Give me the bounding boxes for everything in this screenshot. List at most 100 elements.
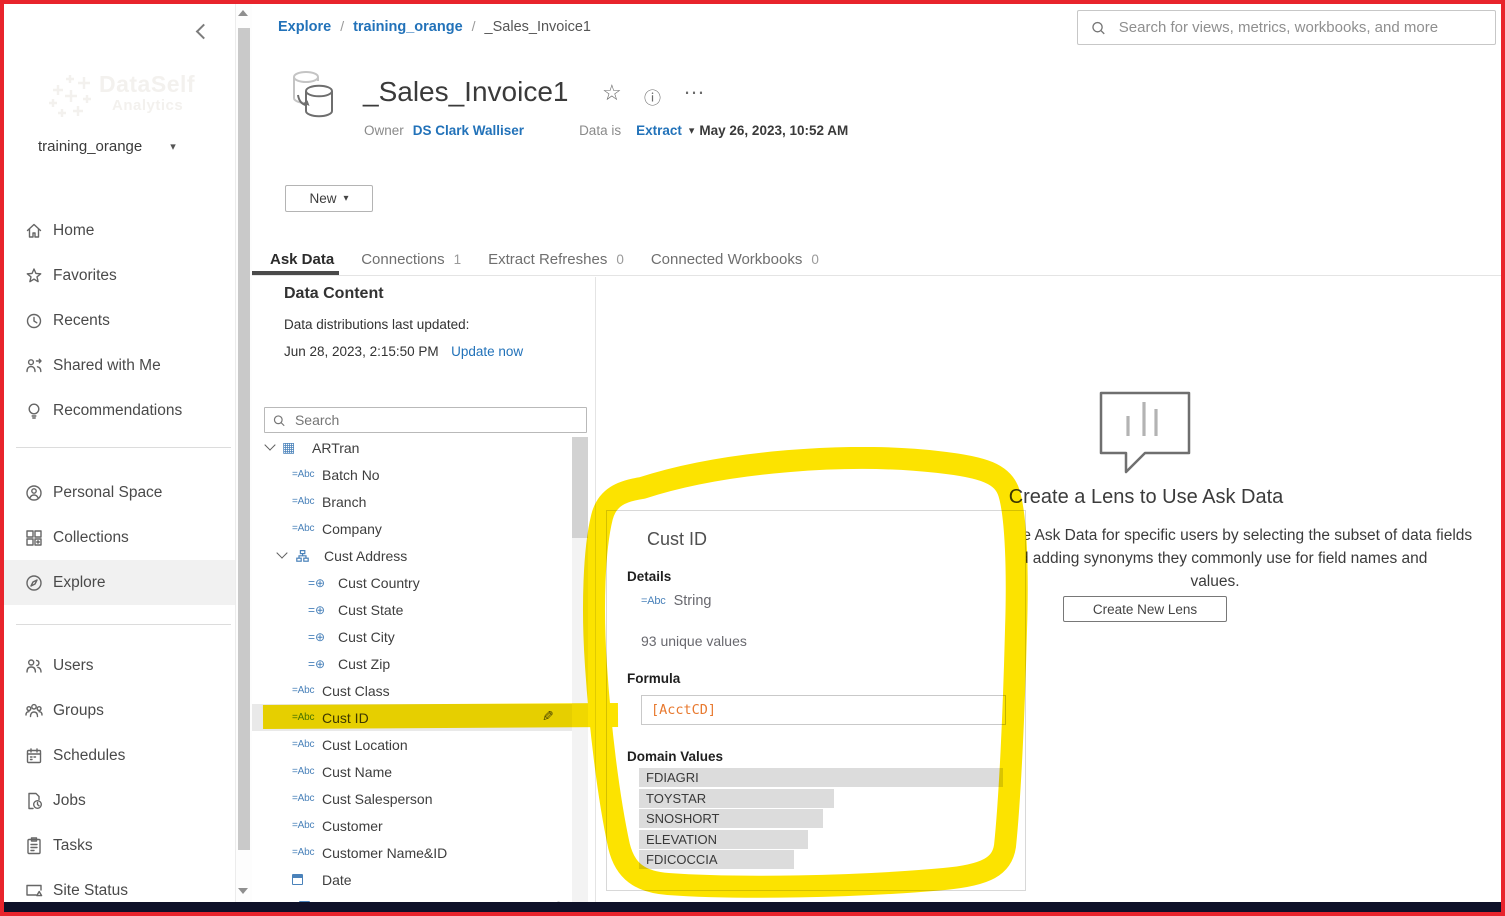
sidebar-item-groups[interactable]: Groups (4, 688, 235, 733)
extract-date: May 26, 2023, 10:52 AM (699, 123, 848, 138)
window-bottom-edge (3, 902, 1502, 913)
field-list-scrollbar-thumb[interactable] (572, 437, 588, 538)
tab-connections[interactable]: Connections1 (361, 251, 461, 268)
string-calc-icon: =Abc (292, 523, 322, 534)
tab-count: 0 (616, 252, 624, 267)
string-calc-icon: =Abc (292, 469, 322, 480)
owner-label: Owner (364, 123, 404, 138)
clock-icon (24, 311, 44, 331)
sidebar-collapse-button[interactable] (198, 24, 209, 42)
field-row-cust-state[interactable]: =⊕ Cust State (252, 596, 572, 623)
domain-value-bar: FDIAGRI (639, 768, 1003, 787)
field-row-cust-name[interactable]: =Abc Cust Name (252, 758, 572, 785)
panel-divider (595, 277, 596, 902)
sidebar-item-explore[interactable]: Explore (4, 560, 235, 605)
new-button[interactable]: New ▾ (285, 185, 373, 212)
owner-link[interactable]: DS Clark Walliser (413, 123, 524, 138)
breadcrumb-explore[interactable]: Explore (278, 19, 331, 35)
field-label: Branch (322, 494, 366, 510)
formula-value[interactable]: [AcctCD] (641, 695, 1006, 725)
extract-dropdown[interactable]: Extract (636, 123, 682, 138)
users-icon (24, 656, 44, 676)
app-window: DataSelf Analytics training_orange ▾ Hom… (0, 0, 1505, 916)
updated-label: Data distributions last updated: (284, 317, 469, 332)
field-type-name: String (674, 593, 712, 609)
person-circle-icon (24, 483, 44, 503)
string-calc-icon: =Abc (292, 793, 322, 804)
string-calc-icon: =Abc (292, 739, 322, 750)
hierarchy-icon (296, 550, 324, 562)
sidebar-item-home[interactable]: Home (4, 208, 235, 253)
logo-stars-icon (44, 66, 94, 118)
sidebar-item-label: Explore (53, 574, 106, 592)
scrollbar-down-arrow[interactable] (238, 888, 248, 894)
breadcrumb-project[interactable]: training_orange (353, 19, 463, 35)
field-row-cust-id[interactable]: =Abc Cust ID ✎ (252, 704, 572, 731)
pencil-icon[interactable]: ✎ (542, 708, 554, 725)
tab-ask-data[interactable]: Ask Data (270, 251, 334, 268)
create-new-lens-button[interactable]: Create New Lens (1063, 596, 1227, 622)
tab-bottom-border (252, 275, 1501, 276)
field-label: Cust City (338, 629, 395, 645)
field-row-batch-no[interactable]: =Abc Batch No (252, 461, 572, 488)
string-calc-icon: =Abc (641, 595, 666, 607)
favorite-star-icon[interactable]: ☆ (602, 80, 622, 106)
field-row-artran[interactable]: ▦ ARTran (252, 434, 572, 461)
sidebar-item-personal-space[interactable]: Personal Space (4, 470, 235, 515)
sidebar-item-shared-with-me[interactable]: Shared with Me (4, 343, 235, 388)
chevron-down-icon[interactable] (276, 547, 287, 558)
domain-value-bar: SNOSHORT (639, 809, 823, 828)
more-actions-icon[interactable]: … (683, 74, 706, 100)
domain-value-bar: FDICOCCIA (639, 850, 794, 869)
field-row-cust-country[interactable]: =⊕ Cust Country (252, 569, 572, 596)
details-heading: Details (627, 569, 671, 584)
field-row-cust-zip[interactable]: =⊕ Cust Zip (252, 650, 572, 677)
logo-line1: DataSelf (99, 71, 195, 98)
updated-row: Jun 28, 2023, 2:15:50 PM Update now (284, 343, 523, 361)
sidebar-item-collections[interactable]: Collections (4, 515, 235, 560)
chevron-down-icon[interactable]: ▾ (689, 124, 695, 137)
info-icon[interactable]: ⓘ (644, 84, 661, 109)
sidebar-scrollbar-thumb[interactable] (238, 28, 250, 850)
string-calc-icon: =Abc (292, 712, 322, 723)
field-row-cust-address[interactable]: Cust Address (252, 542, 572, 569)
sidebar-item-label: Site Status (53, 882, 128, 900)
update-now-link[interactable]: Update now (451, 344, 523, 359)
field-search[interactable] (264, 407, 587, 433)
field-row-date[interactable]: Date (252, 866, 572, 893)
sidebar-item-recents[interactable]: Recents (4, 298, 235, 343)
field-row-cust-city[interactable]: =⊕ Cust City (252, 623, 572, 650)
data-is-label: Data is (579, 123, 621, 138)
scrollbar-up-arrow[interactable] (238, 10, 248, 16)
tab-connected-workbooks[interactable]: Connected Workbooks0 (651, 251, 819, 268)
field-row-cust-location[interactable]: =Abc Cust Location (252, 731, 572, 758)
field-row-branch[interactable]: =Abc Branch (252, 488, 572, 515)
field-label: Cust Salesperson (322, 791, 433, 807)
field-row-customer[interactable]: =Abc Customer (252, 812, 572, 839)
site-switcher[interactable]: training_orange ▾ (38, 138, 176, 155)
tab-label: Extract Refreshes (488, 251, 607, 268)
field-row-customer-name-id[interactable]: =Abc Customer Name&ID (252, 839, 572, 866)
field-label: Company (322, 521, 382, 537)
sidebar-item-favorites[interactable]: Favorites (4, 253, 235, 298)
sidebar-item-schedules[interactable]: Schedules (4, 733, 235, 778)
global-search[interactable] (1077, 10, 1496, 45)
global-search-input[interactable] (1117, 18, 1483, 37)
field-label: Cust Address (324, 548, 407, 564)
sidebar-item-jobs[interactable]: Jobs (4, 778, 235, 823)
field-row-company[interactable]: =Abc Company (252, 515, 572, 542)
field-row-cust-class[interactable]: =Abc Cust Class (252, 677, 572, 704)
tab-extract-refreshes[interactable]: Extract Refreshes 0 (488, 251, 624, 268)
field-row-cust-salesperson[interactable]: =Abc Cust Salesperson (252, 785, 572, 812)
sidebar-item-users[interactable]: Users (4, 643, 235, 688)
new-button-label: New (309, 191, 336, 206)
lightbulb-icon (24, 401, 44, 421)
sidebar-item-label: Tasks (53, 837, 93, 855)
sidebar-item-recommendations[interactable]: Recommendations (4, 388, 235, 433)
sidebar-item-tasks[interactable]: Tasks (4, 823, 235, 868)
chevron-down-icon[interactable] (264, 439, 275, 450)
field-search-input[interactable] (293, 411, 579, 429)
field-label: Date (322, 872, 352, 888)
breadcrumb-current: _Sales_Invoice1 (485, 19, 591, 35)
field-type-row: =Abc String (641, 593, 711, 609)
